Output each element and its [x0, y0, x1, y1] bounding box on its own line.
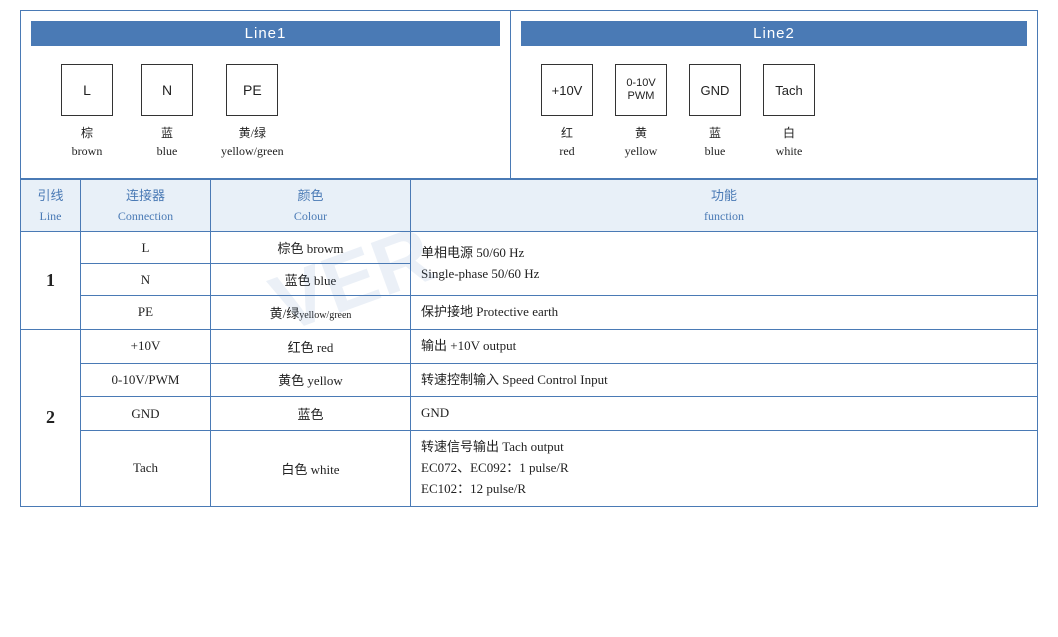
color-PE-cell: 黄/绿yellow/green — [211, 296, 411, 330]
line2-connectors: +10V 红red 0-10VPWM 黄yellow GND 蓝blue Tac… — [521, 64, 1027, 160]
col-color-zh: 颜色 — [297, 188, 323, 203]
col-colour: 颜色 Colour — [211, 180, 411, 232]
line1-title: Line1 — [31, 21, 500, 46]
connector-tach: Tach 白white — [763, 64, 815, 160]
label-tach: 白white — [776, 124, 803, 160]
box-10v: +10V — [541, 64, 593, 116]
box-tach: Tach — [763, 64, 815, 116]
box-L: L — [61, 64, 113, 116]
col-color-en: Colour — [294, 209, 327, 223]
color-gnd-cell: 蓝色 — [211, 397, 411, 431]
color-pwm-cell: 黄色 yellow — [211, 363, 411, 397]
conn-gnd-cell: GND — [81, 397, 211, 431]
color-N-cell: 蓝色 blue — [211, 264, 411, 296]
line2-cell: 2 — [21, 329, 81, 506]
line2-block: Line2 +10V 红red 0-10VPWM 黄yellow GND 蓝bl… — [511, 11, 1037, 178]
col-func-zh: 功能 — [711, 188, 737, 203]
col-conn-en: Connection — [118, 209, 173, 223]
func-PE-cell: 保护接地 Protective earth — [411, 296, 1038, 330]
conn-10v-cell: +10V — [81, 329, 211, 363]
col-line: 引线 Line — [21, 180, 81, 232]
connector-gnd: GND 蓝blue — [689, 64, 741, 160]
connector-L: L 棕brown — [61, 64, 113, 160]
table-row: 2 +10V 红色 red 输出 +10V output — [21, 329, 1038, 363]
col-func-en: function — [704, 209, 744, 223]
col-function: 功能 function — [411, 180, 1038, 232]
connector-10v: +10V 红red — [541, 64, 593, 160]
page-container: Line1 L 棕brown N 蓝blue PE 黄/绿yellow/gree… — [0, 0, 1058, 517]
top-diagram: Line1 L 棕brown N 蓝blue PE 黄/绿yellow/gree… — [20, 10, 1038, 179]
conn-pwm-cell: 0-10V/PWM — [81, 363, 211, 397]
connector-N: N 蓝blue — [141, 64, 193, 160]
conn-N-cell: N — [81, 264, 211, 296]
label-N: 蓝blue — [157, 124, 178, 160]
conn-L-cell: L — [81, 232, 211, 264]
conn-PE-cell: PE — [81, 296, 211, 330]
conn-tach-cell: Tach — [81, 431, 211, 506]
table-row: GND 蓝色 GND — [21, 397, 1038, 431]
color-L-cell: 棕色 browm — [211, 232, 411, 264]
col-connection: 连接器 Connection — [81, 180, 211, 232]
connector-PE: PE 黄/绿yellow/green — [221, 64, 284, 160]
table-header-row: 引线 Line 连接器 Connection 颜色 Colour 功能 func… — [21, 180, 1038, 232]
box-gnd: GND — [689, 64, 741, 116]
line2-title: Line2 — [521, 21, 1027, 46]
box-pwm: 0-10VPWM — [615, 64, 667, 116]
col-conn-zh: 连接器 — [126, 188, 165, 203]
table-row: 1 L 棕色 browm 单相电源 50/60 HzSingle-phase 5… — [21, 232, 1038, 264]
func-gnd-cell: GND — [411, 397, 1038, 431]
color-tach-cell: 白色 white — [211, 431, 411, 506]
table-row: PE 黄/绿yellow/green 保护接地 Protective earth — [21, 296, 1038, 330]
func-pwm-cell: 转速控制输入 Speed Control Input — [411, 363, 1038, 397]
label-10v: 红red — [559, 124, 574, 160]
box-N: N — [141, 64, 193, 116]
col-line-zh: 引线 — [37, 188, 63, 203]
connector-pwm: 0-10VPWM 黄yellow — [615, 64, 667, 160]
func-10v-cell: 输出 +10V output — [411, 329, 1038, 363]
line1-block: Line1 L 棕brown N 蓝blue PE 黄/绿yellow/gree… — [21, 11, 511, 178]
color-10v-cell: 红色 red — [211, 329, 411, 363]
line1-connectors: L 棕brown N 蓝blue PE 黄/绿yellow/green — [31, 64, 500, 160]
table-row: 0-10V/PWM 黄色 yellow 转速控制输入 Speed Control… — [21, 363, 1038, 397]
col-line-en: Line — [40, 209, 62, 223]
table-wrapper: 引线 Line 连接器 Connection 颜色 Colour 功能 func… — [20, 179, 1038, 507]
box-PE: PE — [226, 64, 278, 116]
label-PE: 黄/绿yellow/green — [221, 124, 284, 160]
table-row: Tach 白色 white 转速信号输出 Tach output EC072、E… — [21, 431, 1038, 506]
line1-cell: 1 — [21, 232, 81, 330]
label-pwm: 黄yellow — [625, 124, 658, 160]
label-gnd: 蓝blue — [705, 124, 726, 160]
label-L: 棕brown — [72, 124, 103, 160]
func-tach-cell: 转速信号输出 Tach output EC072、EC092：1 pulse/R… — [411, 431, 1038, 506]
func-L-cell: 单相电源 50/60 HzSingle-phase 50/60 Hz — [411, 232, 1038, 296]
wiring-table: 引线 Line 连接器 Connection 颜色 Colour 功能 func… — [20, 179, 1038, 507]
